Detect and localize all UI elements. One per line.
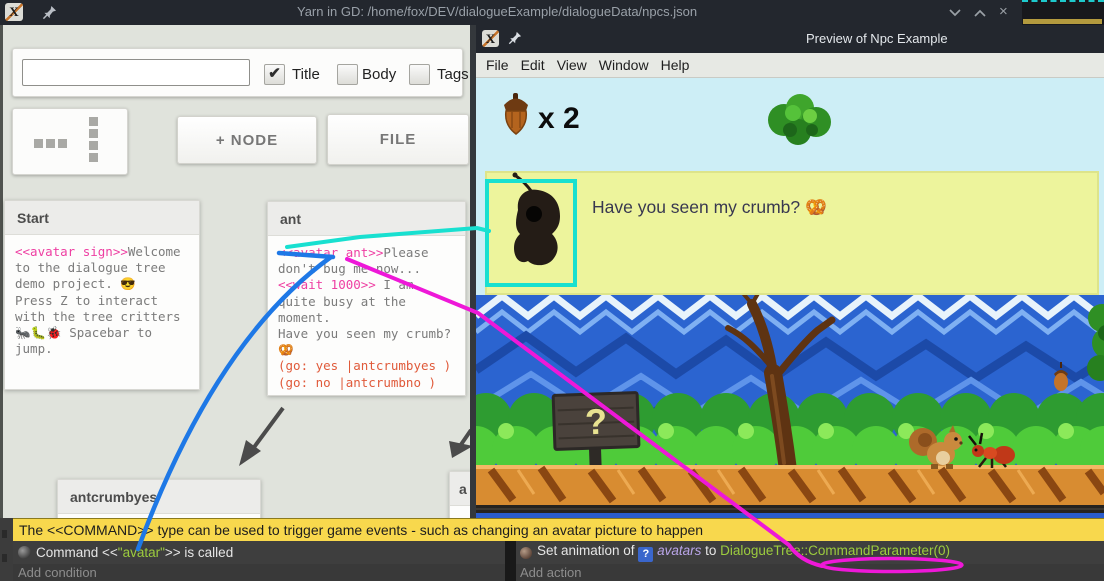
hud-acorn-count: x 2 (538, 102, 580, 135)
preview-window: X Preview of Npc Example File Edit View … (470, 25, 1104, 518)
condition-icon (18, 546, 31, 559)
node-start-body[interactable]: <<avatar sign>>Welcome to the dialogue t… (5, 235, 199, 366)
screen: X Yarn in GD: /home/fox/DEV/dialogueExam… (0, 0, 1104, 581)
node-ant[interactable]: ant <<avatar ant>>Please don't bug me no… (267, 201, 466, 396)
menu-help[interactable]: Help (661, 57, 690, 73)
help-bar: The <<COMMAND>> type can be used to trig… (13, 518, 1104, 541)
preview-menubar: File Edit View Window Help (476, 53, 1104, 78)
checkbox-body-label: Body (362, 66, 396, 83)
node-ant-title[interactable]: ant (268, 202, 465, 236)
file-button[interactable]: FILE (327, 114, 469, 165)
add-action[interactable]: Add action (516, 564, 1104, 581)
xterm-logo-icon: X (5, 3, 23, 21)
menu-edit[interactable]: Edit (521, 57, 545, 73)
checkbox-body[interactable] (337, 64, 358, 85)
menu-view[interactable]: View (557, 57, 587, 73)
checkbox-tags[interactable] (409, 64, 430, 85)
event-action-row[interactable]: Set animation of ? avatars to DialogueTr… (516, 541, 1104, 564)
node-start-title[interactable]: Start (5, 201, 199, 235)
event-column-divider (505, 541, 516, 581)
gold-strip (1023, 19, 1102, 24)
add-node-button[interactable]: + NODE (177, 116, 317, 164)
search-input[interactable] (22, 59, 250, 86)
maximize-icon[interactable] (973, 7, 987, 19)
node-ant-body[interactable]: <<avatar ant>>Please don't bug me now...… (268, 236, 465, 400)
ground (476, 465, 1104, 518)
minimize-icon[interactable] (948, 7, 962, 19)
pin-icon[interactable] (508, 31, 522, 45)
pin-icon[interactable] (42, 5, 57, 20)
event-gutter (0, 518, 13, 581)
node-antcrumbyes-title[interactable]: antcrumbyes (58, 480, 260, 514)
search-card: ✔ Title Body Tags (12, 48, 463, 97)
game-viewport[interactable]: x 2 (476, 78, 1104, 518)
sign-question-mark: ? (584, 401, 607, 443)
window-title: Yarn in GD: /home/fox/DEV/dialogueExampl… (297, 4, 697, 19)
action-icon (520, 547, 532, 559)
yarn-titlebar: X Yarn in GD: /home/fox/DEV/dialogueExam… (0, 0, 1104, 25)
menu-window[interactable]: Window (599, 57, 649, 73)
checkbox-title[interactable]: ✔ (264, 64, 285, 85)
menu-file[interactable]: File (486, 57, 509, 73)
dialogue-box: Have you seen my crumb? 🥨 (486, 172, 1098, 294)
condition-text: Command <<"avatar">> is called (36, 545, 233, 560)
node-start[interactable]: Start <<avatar sign>>Welcome to the dial… (4, 200, 200, 390)
preview-title: Preview of Npc Example (806, 31, 948, 46)
action-text: Set animation of ? avatars to DialogueTr… (537, 543, 950, 562)
xterm-logo-icon: X (482, 30, 499, 47)
checkbox-tags-label: Tags (437, 66, 469, 83)
preview-titlebar: X Preview of Npc Example (476, 25, 1104, 53)
close-icon[interactable]: × (999, 3, 1008, 20)
background-window-fragment (1022, 0, 1104, 25)
add-condition[interactable]: Add condition (13, 564, 505, 581)
event-condition-row[interactable]: Command <<"avatar">> is called (13, 541, 505, 564)
view-toggle-card[interactable] (12, 108, 128, 175)
dialogue-text: Have you seen my crumb? 🥨 (592, 197, 827, 217)
checkbox-title-label: Title (292, 66, 320, 83)
